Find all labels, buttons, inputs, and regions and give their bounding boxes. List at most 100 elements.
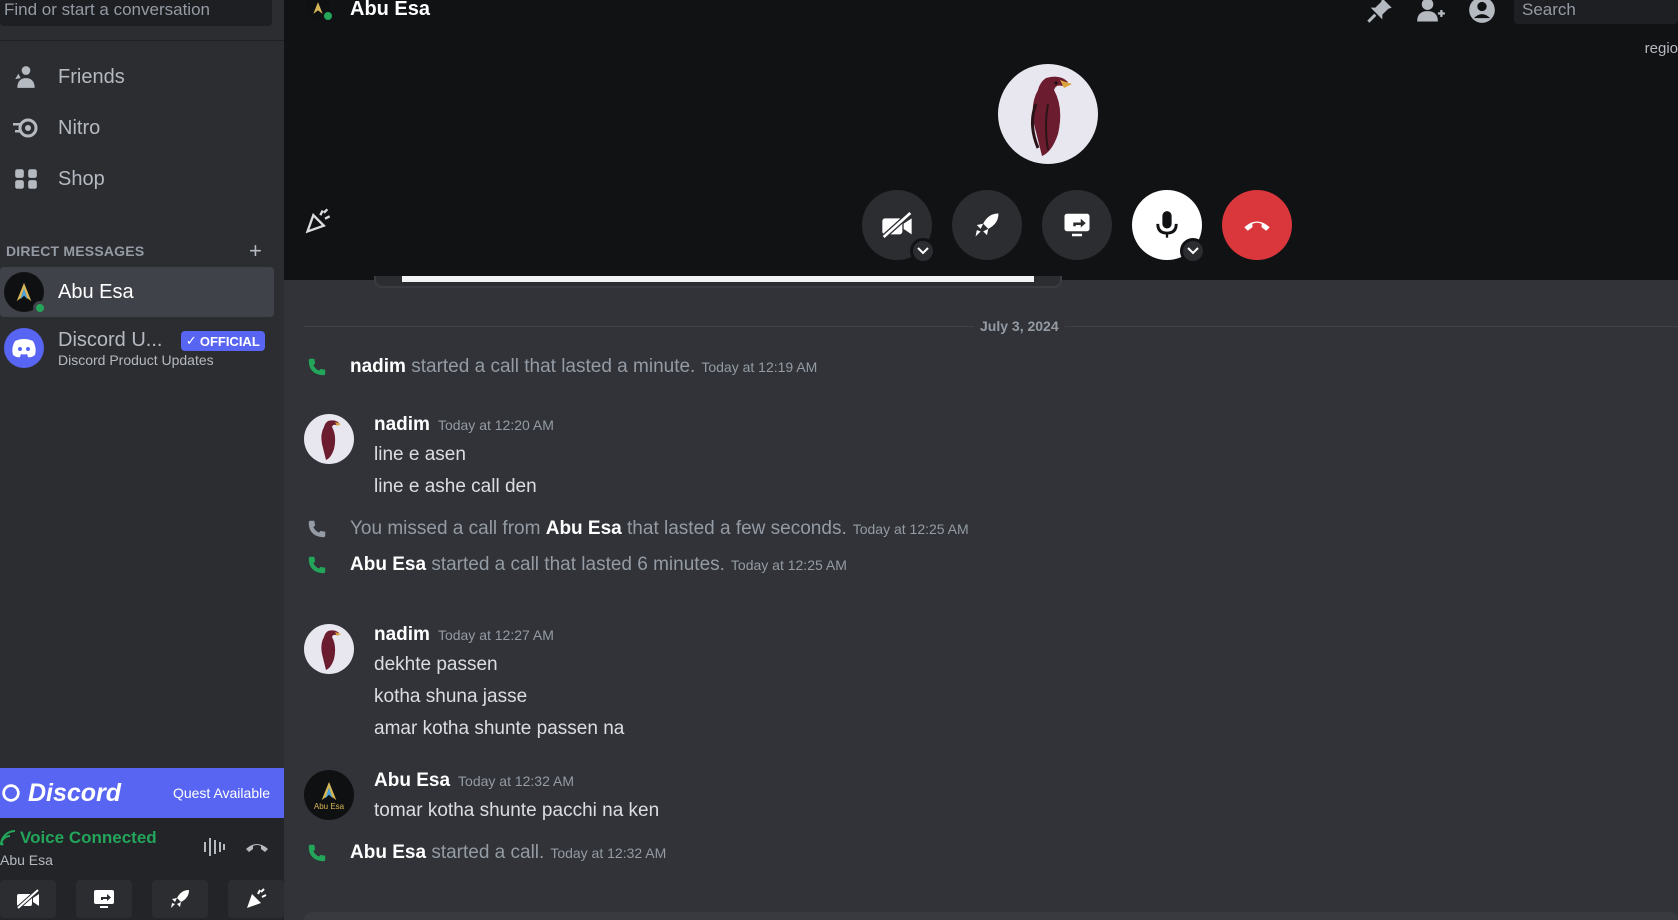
message-content: line e asen (374, 444, 466, 465)
check-icon: ✓ (185, 333, 197, 349)
quest-banner[interactable]: Discord Quest Available (0, 768, 284, 818)
screen-share-button[interactable] (76, 880, 132, 918)
avatar-caption: Abu Esa (313, 801, 345, 811)
create-dm-button[interactable]: + (249, 238, 262, 264)
microphone-options-button[interactable] (1180, 238, 1206, 264)
system-message-call: nadim started a call that lasted a minut… (284, 356, 1678, 378)
camera-off-icon (881, 211, 913, 239)
camera-toggle-button[interactable] (862, 190, 936, 264)
message-author[interactable]: Abu Esa Today at 12:32 AM (374, 770, 574, 792)
message-content: line e ashe call den (374, 476, 537, 497)
add-user-icon (1417, 0, 1445, 22)
camera-toggle-button[interactable] (0, 880, 56, 918)
eagle-avatar-icon (321, 420, 341, 460)
message-timestamp[interactable]: Today at 12:25 AM (853, 521, 969, 537)
direct-messages-header: DIRECT MESSAGES + (6, 238, 262, 264)
message-author[interactable]: nadim Today at 12:27 AM (374, 624, 554, 646)
message-timestamp[interactable]: Today at 12:19 AM (701, 359, 817, 375)
gear-icon (2, 784, 20, 802)
screen-share-icon (94, 890, 114, 908)
official-badge: ✓ OFFICIAL (180, 331, 265, 352)
message-author[interactable]: nadim (350, 356, 406, 377)
online-status-dot (322, 10, 334, 22)
avatar (4, 272, 47, 315)
system-message-text: nadim started a call that lasted a minut… (350, 356, 696, 377)
screen-share-icon (1064, 213, 1090, 237)
screen-share-button[interactable] (1042, 190, 1112, 260)
activities-button[interactable] (152, 880, 208, 918)
rocket-icon (975, 213, 999, 237)
pinned-messages-button[interactable] (1366, 0, 1394, 29)
message-timestamp[interactable]: Today at 12:25 AM (731, 557, 847, 573)
message-author[interactable]: Abu Esa (350, 842, 426, 863)
signal-icon (0, 830, 16, 846)
avatar[interactable] (304, 414, 354, 464)
friends-icon (10, 61, 42, 93)
soundboard-button[interactable] (228, 880, 284, 918)
header-avatar (306, 0, 334, 22)
search-input[interactable]: Search (1514, 0, 1678, 24)
message-timestamp[interactable]: Today at 12:20 AM (438, 417, 554, 433)
hang-up-button[interactable] (1222, 190, 1292, 260)
system-message-text: You missed a call from Abu Esa that last… (350, 518, 847, 539)
waveform-icon (204, 838, 225, 856)
system-message-call: Abu Esa started a call. Today at 12:32 A… (284, 842, 1678, 864)
quest-available-label: Quest Available (172, 785, 270, 801)
phone-icon (284, 356, 350, 378)
message-timestamp[interactable]: Today at 12:27 AM (438, 627, 554, 643)
sidebar-item-label: Nitro (58, 116, 101, 139)
voice-channel-name: Abu Esa (0, 852, 53, 868)
message-author[interactable]: Abu Esa (546, 518, 622, 539)
eagle-avatar-icon (321, 630, 341, 670)
direct-messages-title: DIRECT MESSAGES (6, 243, 145, 259)
dm-item-discord-updates[interactable]: Discord U... ✓ OFFICIAL Discord Product U… (0, 322, 274, 374)
voice-status[interactable]: Voice Connected (0, 828, 157, 848)
message-author[interactable]: Abu Esa (350, 554, 426, 575)
sidebar-item-label: Shop (58, 167, 105, 190)
sidebar-item-nitro[interactable]: Nitro (0, 105, 274, 151)
noise-suppression-button[interactable] (202, 836, 226, 863)
disconnect-button[interactable] (244, 836, 270, 863)
discord-app: Find or start a conversation Friends Nit… (0, 0, 1678, 920)
rocket-icon (171, 890, 189, 908)
message-author[interactable]: nadim Today at 12:20 AM (374, 414, 554, 436)
voice-actions (202, 836, 270, 863)
phone-icon (284, 554, 350, 576)
message-content: kotha shuna jasse (374, 686, 528, 707)
hangup-icon (246, 844, 268, 852)
page-title: Abu Esa (350, 0, 431, 20)
voice-control-buttons (0, 880, 284, 918)
system-message-text: Abu Esa started a call that lasted 6 min… (350, 554, 725, 575)
hangup-icon (1244, 221, 1270, 231)
missed-call-icon (284, 518, 350, 540)
sidebar-item-shop[interactable]: Shop (0, 156, 274, 202)
message-timestamp[interactable]: Today at 12:32 AM (550, 845, 666, 861)
message-content: dekhte passen (374, 654, 498, 675)
system-message-call: Abu Esa started a call that lasted 6 min… (284, 554, 1678, 576)
dm-name: Discord U... (58, 328, 163, 351)
channel-header: Abu Esa Search (284, 0, 1678, 24)
avatar[interactable]: Abu Esa (304, 770, 354, 820)
dm-item-abu-esa[interactable]: Abu Esa (0, 267, 274, 317)
system-message-missed-call: You missed a call from Abu Esa that last… (284, 518, 1678, 540)
call-participant-avatar[interactable] (998, 64, 1098, 164)
message-composer[interactable] (304, 912, 1678, 920)
sidebar-divider (0, 40, 284, 41)
chevron-down-icon (917, 247, 929, 255)
camera-options-button[interactable] (910, 238, 936, 264)
message-content: amar kotha shunte passen na (374, 718, 625, 739)
avatar[interactable] (304, 624, 354, 674)
activities-button[interactable] (952, 190, 1022, 260)
quest-brand-label: Discord (28, 778, 122, 807)
mute-button[interactable] (1132, 190, 1206, 264)
message-list: July 3, 2024 nadim started a call that l… (284, 276, 1678, 920)
eagle-avatar-icon (1031, 76, 1072, 156)
shop-icon (10, 163, 42, 195)
conversation-search-input[interactable]: Find or start a conversation (0, 0, 272, 26)
soundboard-button[interactable] (304, 208, 332, 239)
message-timestamp[interactable]: Today at 12:32 AM (458, 773, 574, 789)
add-friends-to-dm-button[interactable] (1416, 0, 1446, 29)
sidebar-item-friends[interactable]: Friends (0, 54, 274, 100)
sidebar: Find or start a conversation Friends Nit… (0, 0, 284, 920)
user-profile-button[interactable] (1468, 0, 1496, 29)
